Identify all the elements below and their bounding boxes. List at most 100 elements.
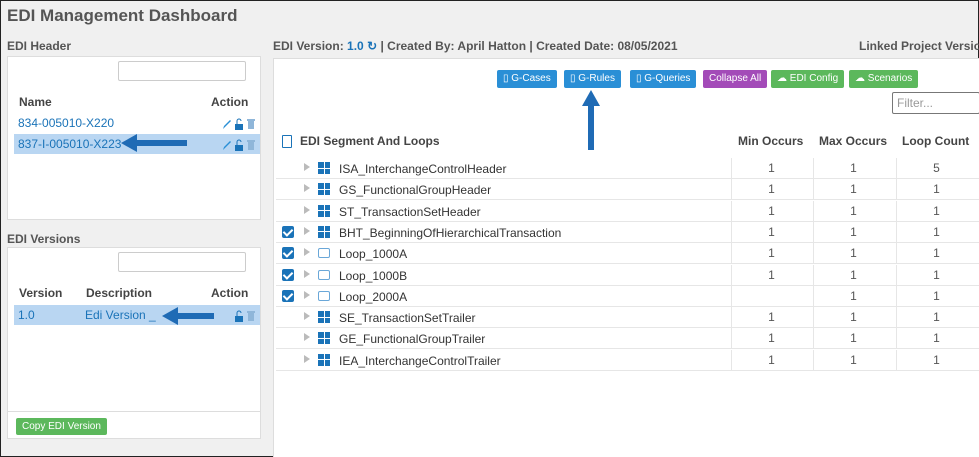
grid-row[interactable]: ST_TransactionSetHeader 1 1 1 xyxy=(276,200,979,222)
g-rules-button[interactable]: ▯ G-Rules xyxy=(564,70,621,88)
segment-name: SE_TransactionSetTrailer xyxy=(339,311,476,326)
version-bar: EDI Version: 1.0 ↻ | Created By: April H… xyxy=(273,39,678,53)
segment-name: Loop_1000A xyxy=(339,247,408,262)
edi-version-item-selected[interactable]: 1.0 Edi Version _ xyxy=(14,305,260,325)
edi-header-filter-input[interactable] xyxy=(118,61,246,81)
edi-header-item-name: 837-I-005010-X223 xyxy=(18,137,122,151)
max-occurs-cell: 1 xyxy=(813,307,893,329)
col-description: Description xyxy=(86,286,153,300)
copy-edi-version-button[interactable]: Copy EDI Version xyxy=(16,418,107,435)
version-number: 1.0 xyxy=(347,39,364,53)
expand-icon[interactable] xyxy=(304,354,310,363)
loop-count-cell: 1 xyxy=(896,307,976,329)
min-occurs-cell: 1 xyxy=(731,307,811,329)
max-occurs-cell: 1 xyxy=(813,179,893,201)
min-occurs-cell: 1 xyxy=(731,349,811,371)
row-checkbox[interactable] xyxy=(282,268,294,281)
expand-icon[interactable] xyxy=(304,205,310,214)
segment-icon xyxy=(318,332,330,345)
document-icon xyxy=(282,135,292,148)
expand-icon[interactable] xyxy=(304,269,310,278)
segment-name: GS_FunctionalGroupHeader xyxy=(339,183,492,198)
grid-row[interactable]: SE_TransactionSetTrailer 1 1 1 xyxy=(276,307,979,329)
loop-icon xyxy=(318,248,330,259)
col-segment: EDI Segment And Loops xyxy=(300,134,440,148)
max-occurs-cell: 1 xyxy=(813,349,893,371)
col-version: Version xyxy=(19,286,63,300)
max-occurs-cell: 1 xyxy=(813,158,893,179)
loop-count-cell: 1 xyxy=(896,328,976,350)
row-checkbox[interactable] xyxy=(282,247,294,260)
expand-icon[interactable] xyxy=(304,333,310,342)
expand-icon[interactable] xyxy=(304,290,310,299)
col-min-occurs: Min Occurs xyxy=(738,134,804,148)
unlock-icon[interactable] xyxy=(234,137,244,151)
segment-name: BHT_BeginningOfHierarchicalTransaction xyxy=(339,225,562,240)
edit-icon[interactable] xyxy=(222,116,232,129)
g-queries-button[interactable]: ▯ G-Queries xyxy=(630,70,697,88)
loop-count-cell: 1 xyxy=(896,221,976,243)
expand-icon[interactable] xyxy=(304,226,310,235)
min-occurs-cell: 1 xyxy=(731,200,811,222)
grid-row[interactable]: ISA_InterchangeControlHeader 1 1 5 xyxy=(276,158,979,179)
loop-count-cell: 1 xyxy=(896,200,976,222)
edit-icon[interactable] xyxy=(222,137,232,150)
app-title: EDI Management Dashboard xyxy=(7,6,238,25)
segment-icon xyxy=(318,353,330,366)
loop-count-cell: 1 xyxy=(896,243,976,265)
min-occurs-cell xyxy=(731,285,811,307)
segment-icon xyxy=(318,225,330,238)
max-occurs-cell: 1 xyxy=(813,285,893,307)
grid-row[interactable]: Loop_2000A 1 1 xyxy=(276,285,979,307)
unlock-icon[interactable] xyxy=(234,116,244,130)
segment-name: IEA_InterchangeControlTrailer xyxy=(339,353,501,368)
max-occurs-cell: 1 xyxy=(813,221,893,243)
g-cases-button[interactable]: ▯ G-Cases xyxy=(497,70,557,88)
unlock-icon[interactable] xyxy=(234,308,244,322)
expand-icon[interactable] xyxy=(304,163,310,171)
loop-count-cell: 1 xyxy=(896,264,976,286)
row-checkbox[interactable] xyxy=(282,225,294,238)
grid-row[interactable]: GE_FunctionalGroupTrailer 1 1 1 xyxy=(276,328,979,350)
segment-icon xyxy=(318,311,330,324)
min-occurs-cell: 1 xyxy=(731,264,811,286)
grid-filter-input[interactable]: Filter... xyxy=(892,92,979,114)
col-name: Name xyxy=(19,95,52,109)
grid-row[interactable]: BHT_BeginningOfHierarchicalTransaction 1 1… xyxy=(276,221,979,243)
loop-icon xyxy=(318,269,330,280)
max-occurs-cell: 1 xyxy=(813,243,893,265)
loop-count-cell: 1 xyxy=(896,285,976,307)
refresh-icon[interactable]: ↻ xyxy=(367,39,377,53)
expand-icon[interactable] xyxy=(304,312,310,321)
grid-row[interactable]: Loop_1000A 1 1 1 xyxy=(276,243,979,265)
expand-icon[interactable] xyxy=(304,184,310,193)
trash-icon[interactable] xyxy=(246,137,256,150)
version-label: EDI Version: xyxy=(273,39,344,53)
grid-row[interactable]: IEA_InterchangeControlTrailer 1 1 1 xyxy=(276,349,979,371)
col-action: Action xyxy=(211,95,249,109)
edi-versions-panel: Version Description Action 1.0 Edi Versi… xyxy=(7,247,261,439)
scenarios-button[interactable]: ☁ Scenarios xyxy=(849,70,919,88)
row-checkbox[interactable] xyxy=(282,289,294,302)
segment-name: ISA_InterchangeControlHeader xyxy=(339,162,507,176)
grid-row[interactable]: GS_FunctionalGroupHeader 1 1 1 xyxy=(276,179,979,201)
annotation-arrow-left xyxy=(121,134,187,152)
edi-header-item[interactable]: 834-005010-X220 xyxy=(14,113,260,133)
max-occurs-cell: 1 xyxy=(813,264,893,286)
loop-count-cell: 1 xyxy=(896,349,976,371)
expand-icon[interactable] xyxy=(304,248,310,257)
col-max-occurs: Max Occurs xyxy=(819,134,888,148)
grid-row[interactable]: Loop_1000B 1 1 1 xyxy=(276,264,979,286)
annotation-arrow-left xyxy=(162,307,214,325)
edi-header-title: EDI Header xyxy=(7,39,72,53)
edi-versions-filter-input[interactable] xyxy=(118,252,246,272)
trash-icon[interactable] xyxy=(246,308,256,321)
collapse-all-button[interactable]: Collapse All xyxy=(703,70,768,88)
min-occurs-cell: 1 xyxy=(731,328,811,350)
max-occurs-cell: 1 xyxy=(813,200,893,222)
version-description: Edi Version _ xyxy=(85,308,156,322)
edi-config-button[interactable]: ☁ EDI Config xyxy=(771,70,845,88)
min-occurs-cell: 1 xyxy=(731,179,811,201)
col-loop-count: Loop Count xyxy=(902,134,970,148)
trash-icon[interactable] xyxy=(246,116,256,129)
